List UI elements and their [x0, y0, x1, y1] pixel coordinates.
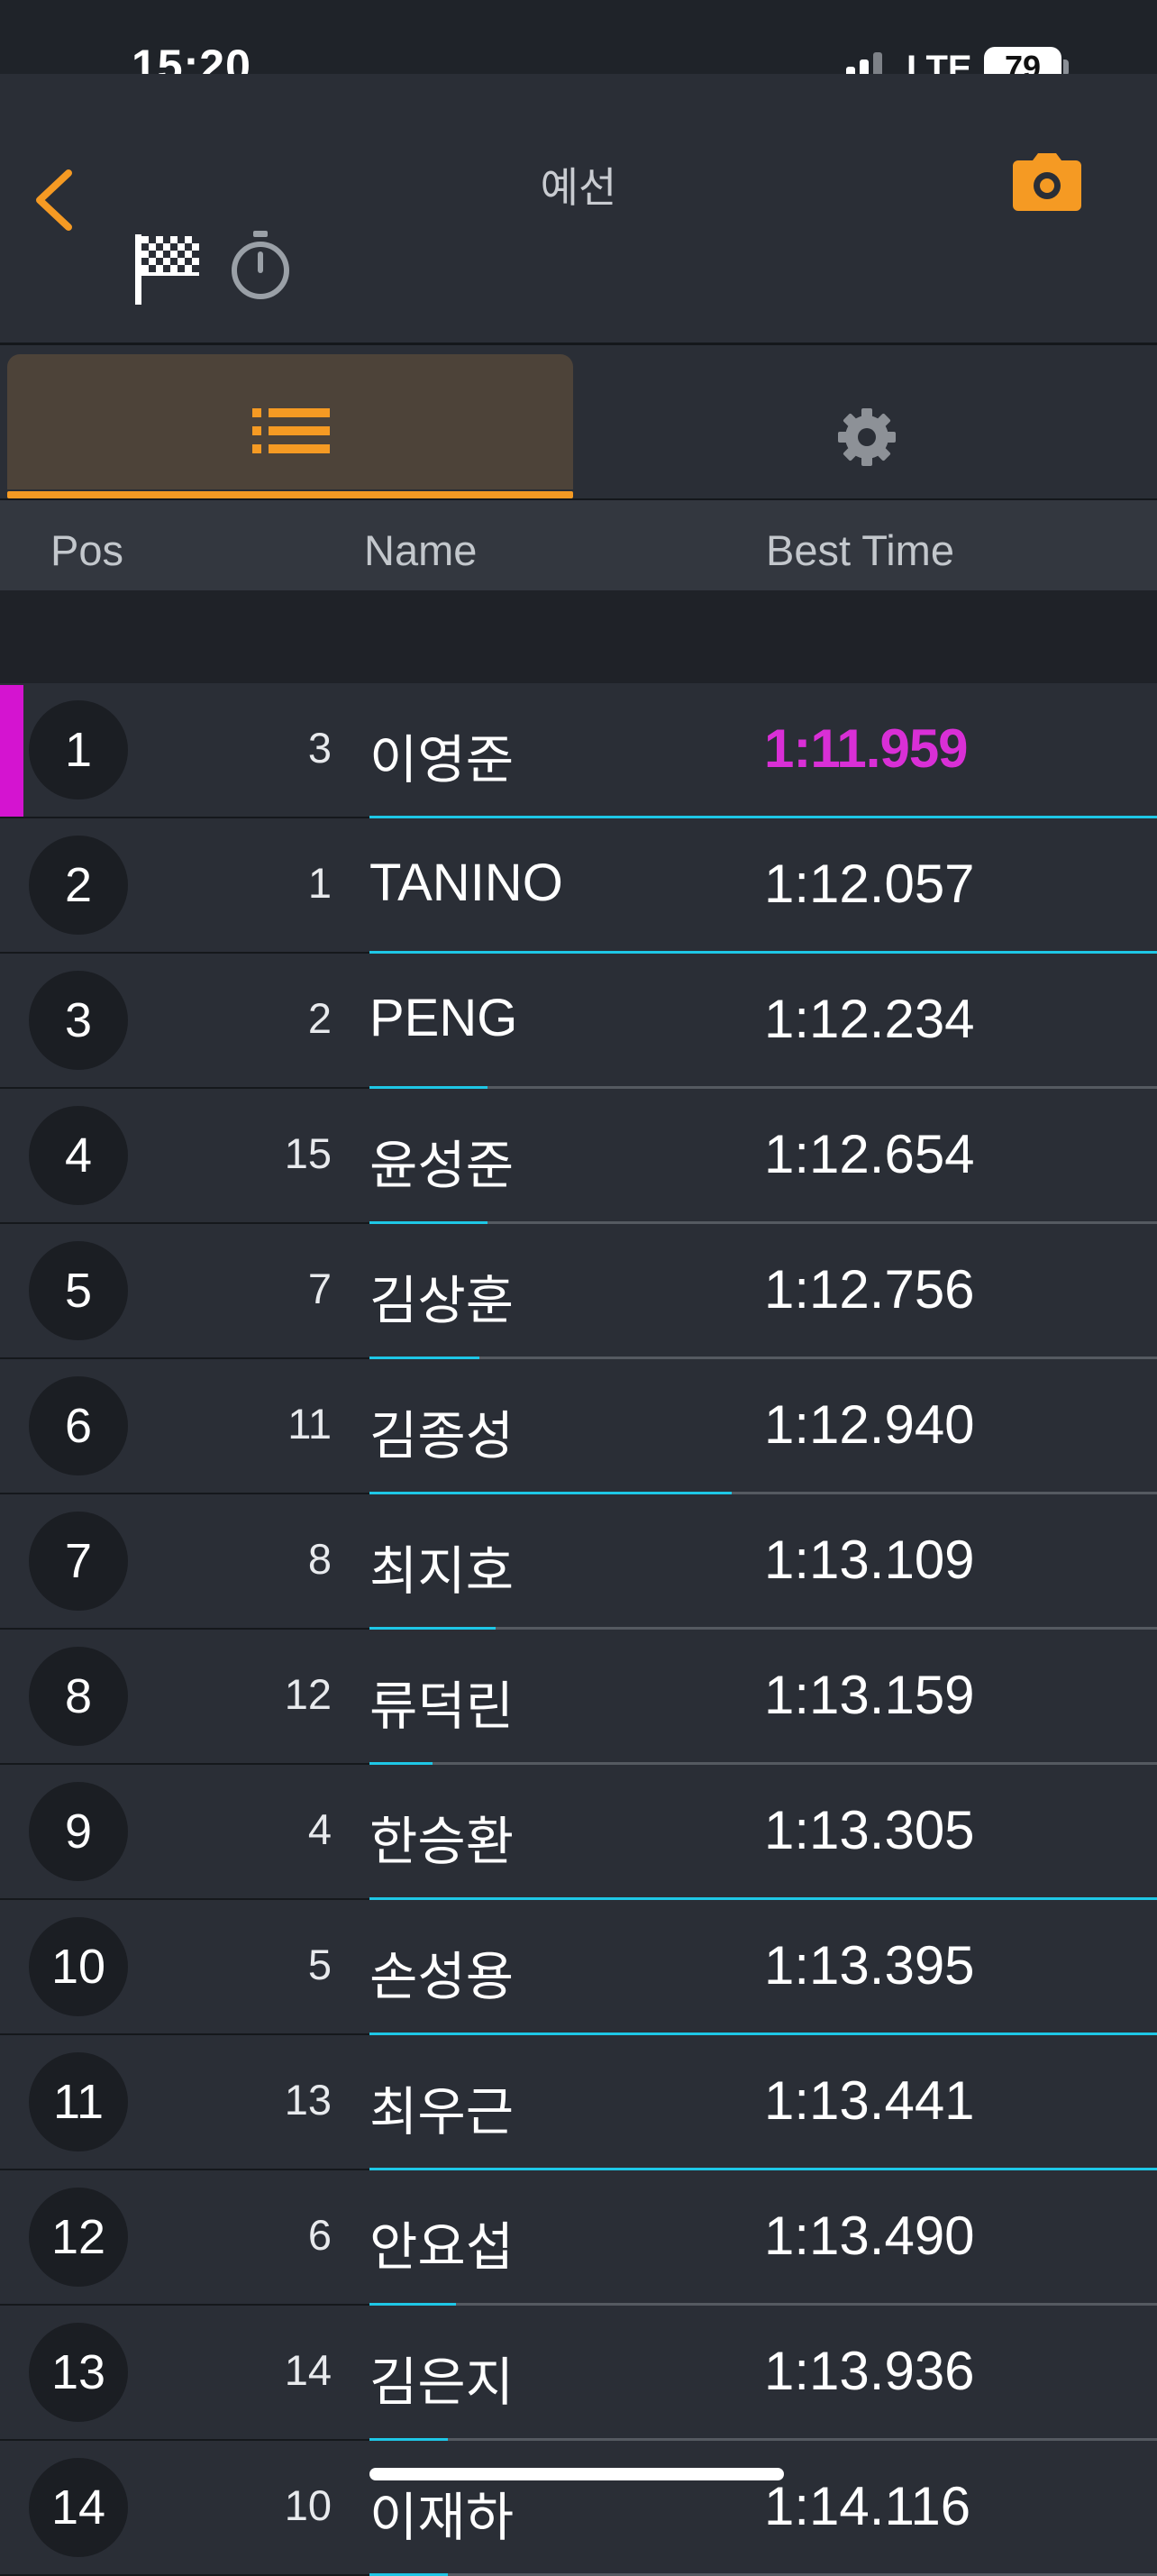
driver-name: 윤성준: [369, 1137, 515, 1195]
table-row[interactable]: 3 2 PENG 1:12.234: [0, 954, 1157, 1089]
status-bar: 15:20 LTE 79: [0, 0, 1157, 91]
car-number: 14: [284, 2346, 332, 2394]
position-badge: 6: [29, 1376, 128, 1475]
column-header-bar: Pos Name Best Time: [0, 498, 1157, 592]
car-number: 12: [284, 1670, 332, 1718]
position-badge: 13: [29, 2323, 128, 2422]
fastest-lap-marker: [0, 685, 23, 817]
list-icon: [252, 408, 330, 453]
driver-name: 최우근: [369, 2083, 515, 2142]
position-badge: 10: [29, 1917, 128, 2016]
car-number: 11: [287, 1400, 332, 1448]
car-number: 3: [307, 724, 332, 772]
position-badge: 11: [29, 2052, 128, 2151]
tab-settings[interactable]: [578, 354, 1157, 489]
car-number: 13: [284, 2076, 332, 2124]
gear-icon: [838, 408, 896, 466]
position-badge: 2: [29, 836, 128, 935]
home-indicator: [369, 2468, 784, 2480]
best-lap-time: 1:12.756: [764, 1259, 975, 1320]
position-badge: 4: [29, 1106, 128, 1205]
driver-name: 안요섭: [369, 2218, 515, 2277]
car-number: 15: [284, 1129, 332, 1177]
car-number: 5: [307, 1941, 332, 1988]
table-row[interactable]: 4 15 윤성준 1:12.654: [0, 1089, 1157, 1224]
best-lap-time: 1:13.490: [764, 2206, 975, 2266]
table-row[interactable]: 5 7 김상훈 1:12.756: [0, 1224, 1157, 1359]
best-lap-time: 1:12.940: [764, 1394, 975, 1455]
table-row[interactable]: 2 1 TANINO 1:12.057: [0, 818, 1157, 954]
best-lap-time: 1:13.395: [764, 1935, 975, 1996]
car-number: 2: [307, 994, 332, 1042]
best-lap-time: 1:13.305: [764, 1800, 975, 1860]
driver-name: 김은지: [369, 2353, 515, 2412]
table-row[interactable]: 1 3 이영준 1:11.959: [0, 683, 1157, 818]
driver-name: 김상훈: [369, 1272, 515, 1330]
car-number: 8: [307, 1535, 332, 1583]
column-header-pos[interactable]: Pos: [50, 525, 123, 575]
table-row[interactable]: 11 13 최우근 1:13.441: [0, 2035, 1157, 2170]
position-badge: 9: [29, 1782, 128, 1881]
position-badge: 3: [29, 971, 128, 1070]
position-badge: 1: [29, 700, 128, 799]
best-lap-time: 1:13.441: [764, 2070, 975, 2131]
best-lap-time: 1:12.057: [764, 854, 975, 914]
driver-name: 이재하: [369, 2489, 515, 2547]
table-row[interactable]: 8 12 류덕린 1:13.159: [0, 1630, 1157, 1765]
driver-name: 최지호: [369, 1542, 515, 1601]
column-header-name[interactable]: Name: [364, 525, 477, 575]
driver-name: 한승환: [369, 1813, 515, 1871]
table-row[interactable]: 9 4 한승환 1:13.305: [0, 1765, 1157, 1900]
table-row[interactable]: 6 11 김종성 1:12.940: [0, 1359, 1157, 1494]
best-lap-time: 1:12.654: [764, 1124, 975, 1184]
best-lap-time: 1:12.234: [764, 989, 975, 1049]
car-number: 1: [307, 859, 332, 907]
table-row[interactable]: 13 14 김은지 1:13.936: [0, 2306, 1157, 2441]
camera-button[interactable]: [1013, 153, 1081, 211]
car-number: 7: [307, 1265, 332, 1312]
position-badge: 5: [29, 1241, 128, 1340]
table-row[interactable]: 14 10 이재하 1:14.116: [0, 2441, 1157, 2576]
tab-bar: [0, 345, 1157, 498]
section-spacer: [0, 590, 1157, 683]
driver-name: TANINO: [369, 854, 563, 912]
position-badge: 14: [29, 2458, 128, 2557]
table-row[interactable]: 10 5 손성용 1:13.395: [0, 1900, 1157, 2035]
tab-standings[interactable]: [7, 354, 573, 498]
car-number: 6: [307, 2211, 332, 2259]
best-lap-time: 1:11.959: [764, 718, 969, 779]
column-header-best-time[interactable]: Best Time: [766, 525, 954, 575]
car-number: 4: [307, 1805, 332, 1853]
results-list: 1 3 이영준 1:11.959 2 1 TANINO 1:12.057 3 2 PENG 1:12.…: [0, 683, 1157, 2576]
tab-selected-indicator: [7, 491, 573, 498]
car-number: 10: [284, 2481, 332, 2529]
stopwatch-icon[interactable]: [229, 229, 292, 301]
page-title: 예선: [540, 164, 617, 211]
best-lap-time: 1:13.936: [764, 2341, 975, 2401]
driver-name: 이영준: [369, 731, 515, 790]
best-lap-time: 1:14.116: [764, 2476, 971, 2536]
best-lap-time: 1:13.159: [764, 1665, 975, 1725]
driver-name: 김종성: [369, 1407, 515, 1466]
table-row[interactable]: 7 8 최지호 1:13.109: [0, 1494, 1157, 1630]
camera-icon: [1013, 153, 1081, 211]
driver-name: PENG: [369, 989, 518, 1047]
driver-name: 류덕린: [369, 1677, 515, 1736]
driver-name: 손성용: [369, 1948, 515, 2006]
best-lap-time: 1:13.109: [764, 1530, 975, 1590]
position-badge: 7: [29, 1512, 128, 1611]
checkered-flag-icon[interactable]: [133, 231, 204, 306]
position-badge: 12: [29, 2188, 128, 2287]
table-row[interactable]: 12 6 안요섭 1:13.490: [0, 2170, 1157, 2306]
position-badge: 8: [29, 1647, 128, 1746]
